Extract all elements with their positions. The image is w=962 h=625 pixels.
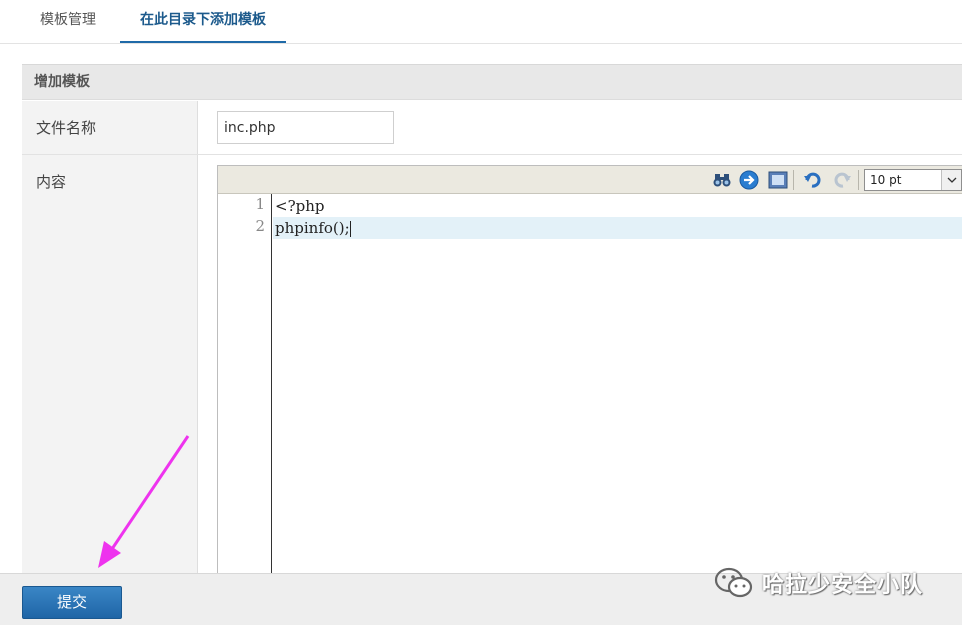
code-line[interactable]: <?php bbox=[273, 195, 962, 217]
code-line-text: <?php bbox=[275, 197, 325, 215]
code-area[interactable]: 1 2 <?php phpinfo(); bbox=[218, 194, 962, 577]
wechat-icon bbox=[714, 567, 753, 598]
panel-title: 增加模板 bbox=[22, 65, 962, 100]
code-editor[interactable]: 10 pt 1 2 <?php phpinfo(); bbox=[217, 165, 962, 577]
row-divider bbox=[22, 154, 962, 155]
goto-line-icon[interactable] bbox=[739, 170, 759, 190]
watermark-text: 哈拉少安全小队 bbox=[762, 573, 924, 598]
code-line-active[interactable]: phpinfo(); bbox=[273, 217, 962, 239]
line-number: 2 bbox=[255, 217, 265, 235]
redo-icon[interactable] bbox=[833, 170, 853, 190]
toolbar-divider bbox=[793, 170, 794, 190]
chevron-down-icon bbox=[941, 170, 961, 190]
code-line-text: phpinfo(); bbox=[275, 219, 350, 237]
fullscreen-icon[interactable] bbox=[768, 170, 788, 190]
content-label: 内容 bbox=[36, 173, 67, 191]
filename-input[interactable] bbox=[217, 111, 394, 144]
tab-bar: 模板管理 在此目录下添加模板 bbox=[0, 0, 962, 44]
find-icon[interactable] bbox=[712, 170, 732, 190]
tab-add-template[interactable]: 在此目录下添加模板 bbox=[120, 0, 286, 43]
font-size-select[interactable]: 10 pt bbox=[864, 169, 962, 191]
tab-template-management[interactable]: 模板管理 bbox=[20, 0, 116, 43]
toolbar-divider bbox=[858, 170, 859, 190]
line-number-gutter: 1 2 bbox=[218, 194, 272, 577]
undo-icon[interactable] bbox=[802, 170, 822, 190]
filename-label: 文件名称 bbox=[36, 119, 97, 137]
editor-toolbar: 10 pt bbox=[218, 166, 962, 194]
submit-button[interactable]: 提交 bbox=[22, 586, 122, 619]
line-number: 1 bbox=[255, 195, 265, 213]
font-size-value: 10 pt bbox=[870, 173, 902, 187]
watermark: 哈拉少安全小队 bbox=[714, 566, 923, 600]
text-caret bbox=[349, 221, 351, 237]
add-template-panel: 增加模板 文件名称 内容 10 pt bbox=[22, 64, 962, 577]
